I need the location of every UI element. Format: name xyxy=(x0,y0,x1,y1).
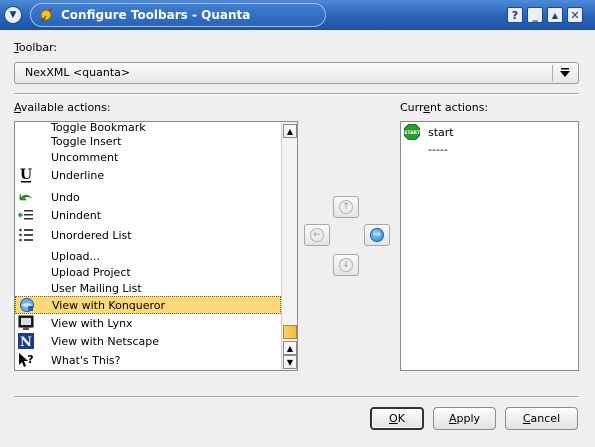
toolbar-combobox[interactable]: NexXML <quanta> xyxy=(14,62,579,84)
lynx-icon xyxy=(18,315,34,331)
list-item[interactable]: U Underline xyxy=(15,166,281,184)
list-item-label: Upload... xyxy=(51,249,101,263)
konqueror-icon xyxy=(19,297,35,313)
list-item-label: Undo xyxy=(51,190,80,204)
svg-text:?: ? xyxy=(27,353,33,366)
quanta-app-icon xyxy=(39,7,55,23)
list-item[interactable]: View with Konqueror xyxy=(15,296,281,314)
add-action-button[interactable]: → xyxy=(364,224,390,246)
list-item[interactable]: User Mailing List xyxy=(15,279,281,297)
list-item-label: View with Lynx xyxy=(51,316,133,330)
arrow-right-icon: → xyxy=(370,228,384,242)
scroll-up-icon[interactable]: ▲ xyxy=(283,124,297,138)
remove-action-button[interactable]: ← xyxy=(304,224,330,246)
available-actions-list[interactable]: Toggle Bookmark Toggle Insert Uncomment U Un… xyxy=(14,121,298,371)
list-item-label: Uncomment xyxy=(51,150,119,164)
current-actions-label: Current actions: xyxy=(400,101,489,114)
undo-icon xyxy=(18,189,34,205)
list-item[interactable]: Unordered List xyxy=(15,226,281,244)
current-actions-list[interactable]: START start ----- xyxy=(400,121,579,371)
available-actions-label: Available actions: xyxy=(14,101,111,114)
arrow-down-icon: ↓ xyxy=(339,258,353,272)
maximize-button[interactable]: ▲ xyxy=(547,7,563,23)
combobox-dropdown-icon[interactable] xyxy=(552,65,576,81)
list-item[interactable]: ? What's This? xyxy=(15,351,281,369)
svg-text:U: U xyxy=(20,167,32,183)
svg-text:N: N xyxy=(20,335,32,349)
netscape-icon: N xyxy=(18,333,34,349)
list-item-label: Toggle Insert xyxy=(51,134,122,148)
arrow-left-icon: ← xyxy=(310,228,324,242)
list-item-label: What's This? xyxy=(51,353,121,367)
list-item[interactable]: Uncomment xyxy=(15,148,281,166)
list-item-label: Unindent xyxy=(51,208,102,222)
configure-toolbars-dialog: ▼ Configure Toolbars - Quanta ? _ ▲ ✕ To… xyxy=(0,0,595,447)
window-title: Configure Toolbars - Quanta xyxy=(61,8,251,22)
svg-text:START: START xyxy=(404,130,420,136)
list-item[interactable]: Undo xyxy=(15,188,281,206)
minimize-button[interactable]: _ xyxy=(527,7,543,23)
move-down-button[interactable]: ↓ xyxy=(333,254,359,276)
unordered-list-icon xyxy=(18,227,34,243)
unindent-icon xyxy=(18,207,34,223)
list-item-label: View with Netscape xyxy=(51,334,160,348)
separator-top xyxy=(14,93,579,95)
start-icon: START xyxy=(404,124,420,140)
title-pill: Configure Toolbars - Quanta xyxy=(30,3,326,27)
whats-this-icon: ? xyxy=(18,352,34,368)
scroll-down-icon[interactable]: ▼ xyxy=(283,355,297,369)
list-item-label: Unordered List xyxy=(51,228,132,242)
window-menu-icon[interactable]: ▼ xyxy=(4,6,22,24)
list-item[interactable]: N View with Netscape xyxy=(15,332,281,350)
list-item-label: User Mailing List xyxy=(51,281,142,295)
ok-button[interactable]: OK xyxy=(370,407,424,430)
toolbar-label: Toolbar: xyxy=(14,41,58,54)
list-item[interactable]: Unindent xyxy=(15,206,281,224)
list-item[interactable]: START start xyxy=(401,123,578,141)
apply-button[interactable]: Apply xyxy=(433,407,496,430)
title-bar[interactable]: ▼ Configure Toolbars - Quanta ? _ ▲ ✕ xyxy=(0,0,595,30)
close-button[interactable]: ✕ xyxy=(567,7,583,23)
list-item-label: View with Konqueror xyxy=(52,298,166,312)
list-item-label: Underline xyxy=(51,168,105,182)
underline-icon: U xyxy=(18,167,34,183)
list-item-label: Upload Project xyxy=(51,265,131,279)
separator-bottom xyxy=(14,396,579,398)
help-button[interactable]: ? xyxy=(507,7,523,23)
available-list-scrollbar[interactable]: ▲ ▲ ▼ xyxy=(281,122,297,370)
toolbar-combobox-value: NexXML <quanta> xyxy=(25,66,131,79)
move-up-button[interactable]: ↑ xyxy=(333,196,359,218)
arrow-up-icon: ↑ xyxy=(339,200,353,214)
list-item[interactable]: ----- xyxy=(401,140,578,158)
scroll-thumb[interactable] xyxy=(283,325,297,339)
cancel-button[interactable]: Cancel xyxy=(505,407,578,430)
scroll-up-icon[interactable]: ▲ xyxy=(283,341,297,355)
list-item[interactable]: View with Lynx xyxy=(15,314,281,332)
